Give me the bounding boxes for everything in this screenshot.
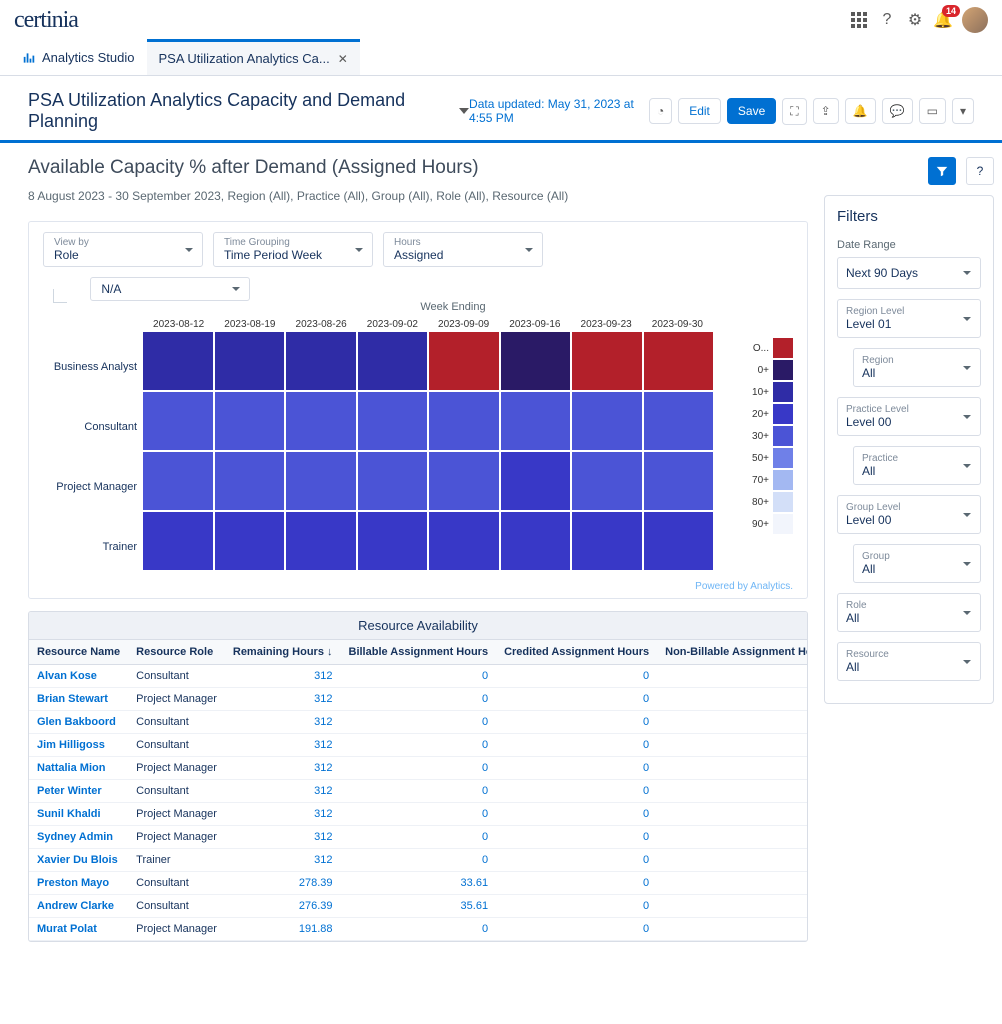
date-range-select[interactable]: Next 90 Days: [837, 257, 981, 289]
region-level-select[interactable]: Region LevelLevel 01: [837, 299, 981, 338]
group-select[interactable]: GroupAll: [853, 544, 981, 583]
chevron-down-icon: [962, 461, 972, 471]
chevron-down-icon: [231, 284, 241, 294]
avatar[interactable]: [962, 7, 988, 33]
resource-link[interactable]: Andrew Clarke: [37, 900, 114, 912]
table-title: Resource Availability: [29, 612, 807, 640]
chevron-down-icon: [962, 268, 972, 278]
chevron-down-icon: [962, 657, 972, 667]
page-title: PSA Utilization Analytics Capacity and D…: [28, 90, 469, 132]
table-row: Glen BakboordConsultant312000: [29, 711, 807, 734]
notification-badge: 14: [942, 5, 960, 17]
resource-link[interactable]: Glen Bakboord: [37, 716, 116, 728]
group-level-select[interactable]: Group LevelLevel 00: [837, 495, 981, 534]
brand-logo: certinia: [14, 7, 78, 34]
col-remaining-hours[interactable]: Remaining Hours ↓: [225, 640, 341, 665]
tab-label: PSA Utilization Analytics Ca...: [159, 51, 330, 66]
table-row: Alvan KoseConsultant312000: [29, 665, 807, 688]
col-resource-name[interactable]: Resource Name: [29, 640, 128, 665]
comment-icon[interactable]: 💬: [882, 98, 913, 124]
table-row: Murat PolatProject Manager191.8800012: [29, 918, 807, 941]
resource-link[interactable]: Peter Winter: [37, 785, 102, 797]
filters-title: Filters: [837, 208, 981, 225]
share-icon[interactable]: ⇪: [813, 98, 839, 124]
heatmap-grid: [143, 332, 713, 570]
chevron-down-icon: [524, 245, 534, 255]
table-row: Preston MayoConsultant278.3933.6100: [29, 872, 807, 895]
role-select[interactable]: RoleAll: [837, 593, 981, 632]
save-button[interactable]: Save: [727, 98, 776, 124]
resource-link[interactable]: Nattalia Mion: [37, 762, 105, 774]
chart-subtitle: 8 August 2023 - 30 September 2023, Regio…: [28, 189, 808, 203]
heatmap-y-labels: Business AnalystConsultantProject Manage…: [43, 337, 143, 577]
table-row: Andrew ClarkeConsultant276.3935.6100: [29, 895, 807, 918]
bell-icon[interactable]: 🔔14: [934, 11, 952, 29]
present-icon[interactable]: ▭: [919, 98, 946, 124]
table-row: Peter WinterConsultant312000: [29, 780, 807, 803]
timer-icon[interactable]: ◔: [649, 98, 672, 124]
viewby-select[interactable]: View by Role: [43, 232, 203, 267]
table-row: Xavier Du BloisTrainer312000: [29, 849, 807, 872]
tab-label: Analytics Studio: [42, 50, 135, 65]
col-credited[interactable]: Credited Assignment Hours: [496, 640, 657, 665]
title-dropdown-icon[interactable]: [459, 108, 469, 114]
chevron-down-icon: [962, 559, 972, 569]
col-resource-role[interactable]: Resource Role: [128, 640, 225, 665]
notify-icon[interactable]: 🔔: [845, 98, 876, 124]
chevron-down-icon: [962, 314, 972, 324]
region-select[interactable]: RegionAll: [853, 348, 981, 387]
help-icon[interactable]: ?: [878, 11, 896, 29]
chart-title: Available Capacity % after Demand (Assig…: [28, 157, 808, 179]
chevron-down-icon: [962, 412, 972, 422]
table-row: Sydney AdminProject Manager312000: [29, 826, 807, 849]
resource-link[interactable]: Sunil Khaldi: [37, 808, 101, 820]
close-icon[interactable]: ✕: [338, 52, 348, 66]
tab-analytics-studio[interactable]: Analytics Studio: [10, 40, 147, 76]
expand-icon[interactable]: ⛶: [782, 98, 806, 125]
date-range-label: Date Range: [837, 239, 981, 251]
chevron-down-icon: [184, 245, 194, 255]
table-row: Nattalia MionProject Manager312000: [29, 757, 807, 780]
more-icon[interactable]: ▾: [952, 98, 974, 124]
app-launcher-icon[interactable]: [850, 11, 868, 29]
chevron-down-icon: [962, 363, 972, 373]
filter-panel: Filters Date Range Next 90 Days Region L…: [824, 195, 994, 704]
practice-level-select[interactable]: Practice LevelLevel 00: [837, 397, 981, 436]
chevron-down-icon: [354, 245, 364, 255]
tab-psa-utilization[interactable]: PSA Utilization Analytics Ca... ✕: [147, 39, 360, 75]
table-row: Sunil KhaldiProject Manager312000: [29, 803, 807, 826]
heatmap-x-title: Week Ending: [113, 301, 793, 313]
edit-button[interactable]: Edit: [678, 98, 721, 124]
filter-icon[interactable]: [928, 157, 956, 185]
data-updated-text: Data updated: May 31, 2023 at 4:55 PM: [469, 97, 637, 125]
chevron-down-icon: [962, 608, 972, 618]
viewby-sub-select[interactable]: N/A: [90, 277, 250, 301]
resource-table: Resource Name Resource Role Remaining Ho…: [29, 640, 807, 941]
powered-by: Powered by Analytics.: [43, 581, 793, 592]
resource-select[interactable]: ResourceAll: [837, 642, 981, 681]
resource-link[interactable]: Preston Mayo: [37, 877, 109, 889]
col-nonbillable[interactable]: Non-Billable Assignment Hours: [657, 640, 807, 665]
resource-link[interactable]: Brian Stewart: [37, 693, 108, 705]
heatmap-legend: O...0+10+20+30+50+70+80+90+: [733, 337, 793, 577]
chevron-down-icon: [962, 510, 972, 520]
resource-link[interactable]: Sydney Admin: [37, 831, 113, 843]
timegrouping-select[interactable]: Time Grouping Time Period Week: [213, 232, 373, 267]
resource-link[interactable]: Jim Hilligoss: [37, 739, 105, 751]
table-row: Jim HilligossConsultant312000: [29, 734, 807, 757]
resource-link[interactable]: Murat Polat: [37, 923, 97, 935]
hours-select[interactable]: Hours Assigned: [383, 232, 543, 267]
col-billable[interactable]: Billable Assignment Hours: [341, 640, 497, 665]
filter-help-icon[interactable]: ?: [966, 157, 994, 185]
gear-icon[interactable]: ⚙: [906, 11, 924, 29]
practice-select[interactable]: PracticeAll: [853, 446, 981, 485]
heatmap-x-labels: 2023-08-122023-08-192023-08-262023-09-02…: [143, 319, 713, 330]
resource-link[interactable]: Xavier Du Blois: [37, 854, 118, 866]
resource-link[interactable]: Alvan Kose: [37, 670, 97, 682]
table-row: Brian StewartProject Manager312000: [29, 688, 807, 711]
